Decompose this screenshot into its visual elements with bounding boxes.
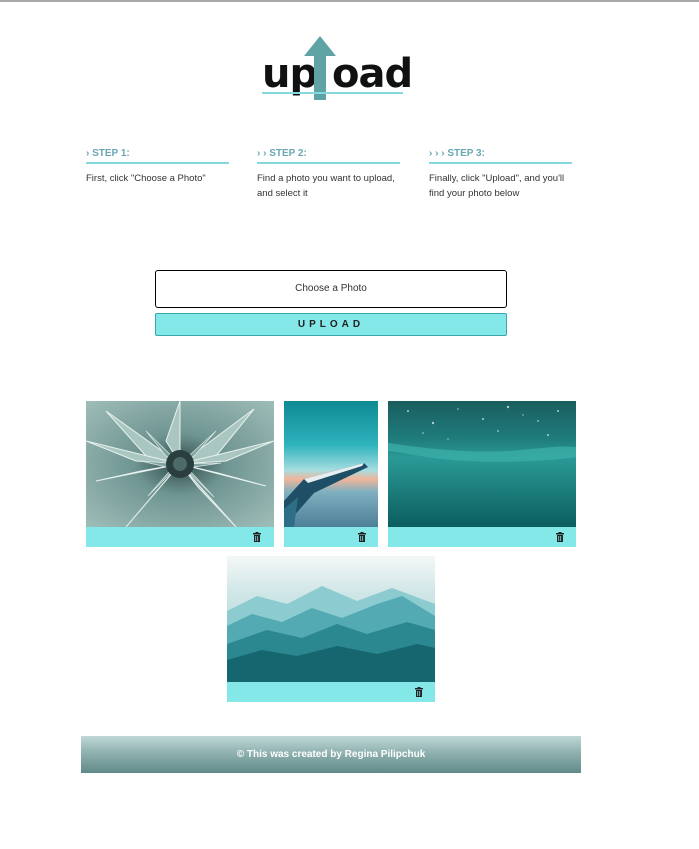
photo-succulent xyxy=(86,401,274,527)
trash-icon[interactable] xyxy=(556,532,564,542)
upload-button[interactable]: UPLOAD xyxy=(155,313,507,336)
site-logo: up oad xyxy=(262,36,413,102)
photo-card xyxy=(284,401,378,547)
photo-card-bar xyxy=(284,527,378,547)
photo-card-bar xyxy=(388,527,576,547)
photo-airplane-wing xyxy=(284,401,378,527)
step-description: Finally, click "Upload", and you'll find… xyxy=(429,173,565,199)
step-title: › › STEP 2: xyxy=(257,147,400,164)
photo-card xyxy=(86,401,274,547)
photo-card xyxy=(388,401,576,547)
photo-card-bar xyxy=(227,682,435,702)
step-title: › STEP 1: xyxy=(86,147,229,164)
photo-underwater xyxy=(388,401,576,527)
logo-underline xyxy=(262,92,403,94)
step-description: First, click "Choose a Photo" xyxy=(86,173,206,184)
step-1: › STEP 1: First, click "Choose a Photo" xyxy=(86,147,229,186)
photo-mountains xyxy=(227,556,435,682)
photo-card xyxy=(227,556,435,702)
step-title: › › › STEP 3: xyxy=(429,147,572,164)
trash-icon[interactable] xyxy=(358,532,366,542)
step-description: Find a photo you want to upload, and sel… xyxy=(257,173,395,199)
trash-icon[interactable] xyxy=(415,687,423,697)
step-3: › › › STEP 3: Finally, click "Upload", a… xyxy=(429,147,572,201)
logo-text-oad: oad xyxy=(332,51,413,97)
step-2: › › STEP 2: Find a photo you want to upl… xyxy=(257,147,400,201)
trash-icon[interactable] xyxy=(253,532,261,542)
choose-photo-button[interactable]: Choose a Photo xyxy=(155,270,507,308)
photo-card-bar xyxy=(86,527,274,547)
footer-credit: © This was created by Regina Pilipchuk xyxy=(81,736,581,773)
